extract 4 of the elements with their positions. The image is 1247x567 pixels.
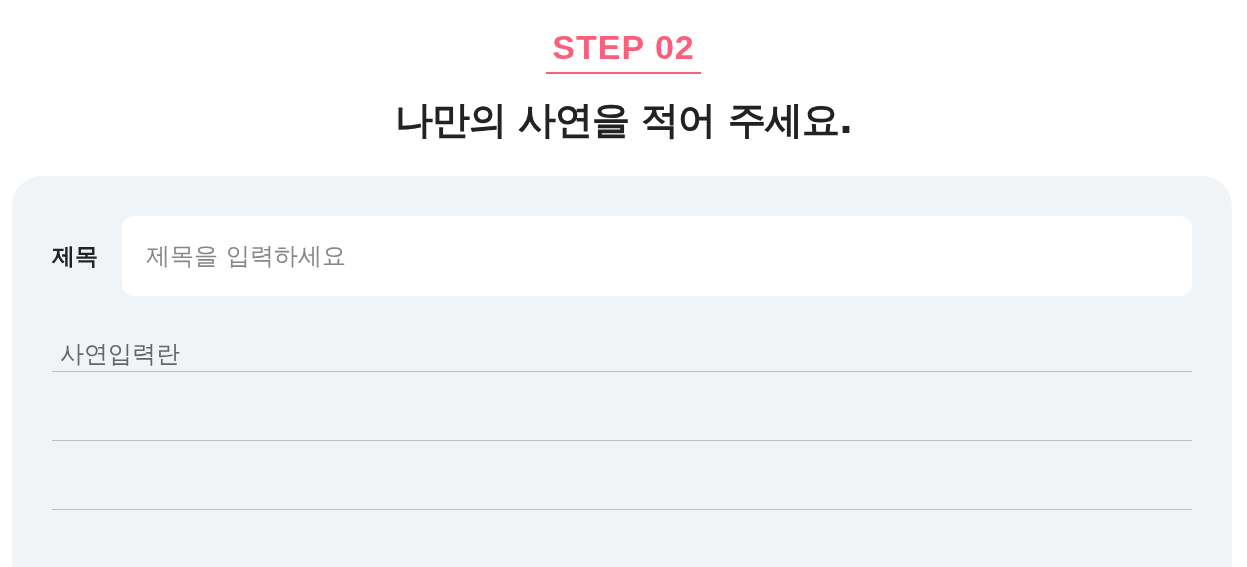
page-heading: 나만의 사연을 적어 주세요. [394,97,853,144]
title-label: 제목 [52,241,98,271]
title-input-field[interactable]: 제목을 입력하세요 [122,216,1192,296]
step-label: STEP 02 [546,26,701,74]
